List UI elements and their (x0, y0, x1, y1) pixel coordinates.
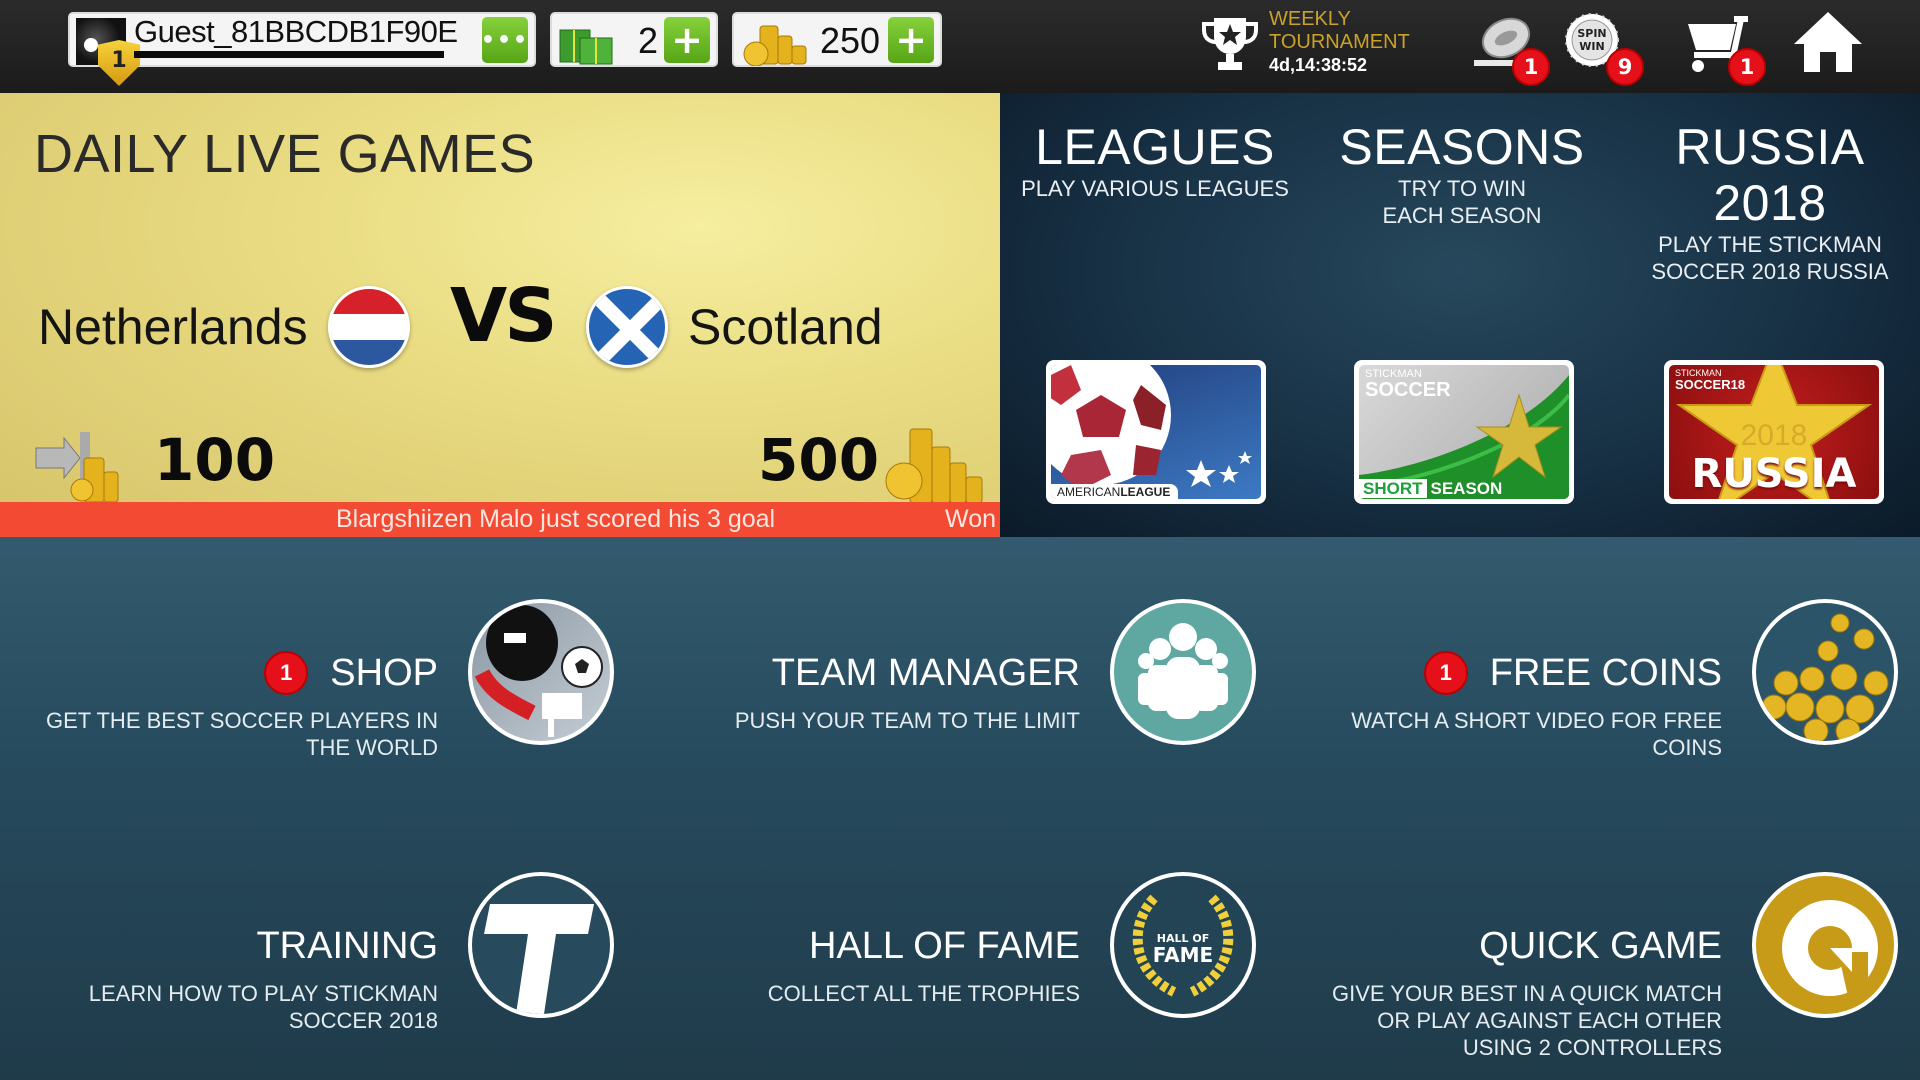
entry-fee-icon (35, 432, 119, 503)
ticker-message: Blargshiizen Malo just scored his 3 goal (336, 505, 776, 533)
card-label: SHORT SEASON (1359, 479, 1502, 499)
ticker-status: Won (945, 505, 996, 533)
level-value: 1 (111, 47, 127, 73)
menu-title: HALL OF FAME (809, 925, 1080, 967)
menu-item-free-coins[interactable]: 1 FREE COINS WATCH A SHORT VIDEO FOR FREE… (1284, 597, 1920, 797)
cash-panel: 2 + (550, 12, 718, 67)
win-label: WIN (1579, 40, 1604, 53)
coin-flip-button[interactable]: 1 (1468, 10, 1550, 86)
daily-live-games-panel[interactable]: DAILY LIVE GAMES Netherlands VS Scotland… (0, 93, 1000, 537)
russia-2018-card[interactable]: STICKMAN SOCCER18 2018 RUSSIA (1664, 360, 1884, 504)
coins-shower-icon (1752, 599, 1898, 745)
mode-subtitle: PLAY THE STICKMAN SOCCER 2018 RUSSIA (1651, 232, 1889, 284)
menu-item-training[interactable]: TRAINING LEARN HOW TO PLAY STICKMAN SOCC… (0, 870, 640, 1070)
soccer-ball-icon (1051, 365, 1252, 490)
menu-subtitle: PUSH YOUR TEAM TO THE LIMIT (734, 708, 1080, 733)
netherlands-flag-icon (328, 286, 410, 368)
card-brand: STICKMAN SOCCER18 (1675, 368, 1746, 392)
add-coins-button[interactable]: + (888, 17, 934, 63)
cart-badge: 1 (1728, 48, 1766, 86)
game-modes-panel: LEAGUES PLAY VARIOUS LEAGUES SEASONS TRY… (1000, 93, 1920, 537)
menu-title: TEAM MANAGER (771, 652, 1080, 694)
shop-badge: 1 (264, 651, 309, 695)
home-icon (1794, 12, 1862, 72)
profile-more-button[interactable]: ••• (481, 17, 528, 63)
card-year: 2018 (1740, 419, 1808, 452)
spin-win-badge: 9 (1606, 48, 1644, 86)
main-menu-screen: 1 Guest_81BBCDB1F90E ••• 2 + 250 + WEEKL… (0, 0, 1920, 1080)
menu-subtitle: GIVE YOUR BEST IN A QUICK MATCH OR PLAY … (1332, 981, 1722, 1060)
prize-coins-icon (885, 428, 983, 503)
menu-subtitle: GET THE BEST SOCCER PLAYERS IN THE WORLD (45, 708, 438, 760)
add-cash-button[interactable]: + (664, 17, 710, 63)
training-icon (468, 872, 614, 1018)
menu-title: SHOP (330, 652, 438, 694)
menu-item-shop[interactable]: 1 SHOP GET THE BEST SOCCER PLAYERS IN THE… (0, 597, 640, 797)
mode-title: LEAGUES (1035, 119, 1275, 175)
scotland-flag-icon (586, 286, 668, 368)
profile-panel[interactable]: 1 Guest_81BBCDB1F90E ••• (68, 12, 536, 86)
coin-stack-icon (743, 25, 807, 66)
live-ticker: Blargshiizen Malo just scored his 3 goal… (0, 502, 1000, 537)
tournament-timer: 4d,14:38:52 (1269, 55, 1368, 75)
weekly-label: WEEKLY (1269, 8, 1351, 30)
menu-item-team-manager[interactable]: TEAM MANAGER PUSH YOUR TEAM TO THE LIMIT (642, 597, 1282, 797)
team-icon (1110, 599, 1256, 745)
away-team-name: Scotland (688, 299, 883, 355)
vs-label: VS (450, 273, 558, 359)
card-label: RUSSIA (1691, 451, 1857, 497)
menu-item-quick-game[interactable]: QUICK GAME GIVE YOUR BEST IN A QUICK MAT… (1284, 870, 1920, 1070)
menu-title: QUICK GAME (1479, 925, 1722, 967)
username: Guest_81BBCDB1F90E (134, 14, 458, 49)
top-bar: 1 Guest_81BBCDB1F90E ••• 2 + 250 + WEEKL… (0, 0, 1920, 93)
card-brand: STICKMAN SOCCER (1365, 368, 1451, 401)
entry-fee-value: 100 (154, 426, 276, 494)
short-season-card[interactable]: STICKMAN SOCCER SHORT SEASON (1354, 360, 1574, 504)
spin-win-button[interactable]: SPIN WIN 9 (1562, 10, 1644, 86)
mode-russia-2018[interactable]: RUSSIA 2018 PLAY THE STICKMAN SOCCER 201… (1615, 119, 1920, 285)
menu-subtitle: LEARN HOW TO PLAY STICKMAN SOCCER 2018 (88, 981, 438, 1033)
coins-panel: 250 + (732, 12, 942, 67)
menu-title: FREE COINS (1489, 652, 1722, 694)
prize-value: 500 (758, 426, 880, 494)
mode-title: SEASONS (1339, 119, 1585, 175)
cash-stack-icon (559, 29, 613, 65)
mode-seasons[interactable]: SEASONS TRY TO WIN EACH SEASON (1307, 119, 1617, 229)
xp-progress-bar (134, 51, 444, 58)
hof-icon-line2: FAME (1153, 943, 1213, 967)
daily-title: DAILY LIVE GAMES (34, 124, 536, 184)
mode-leagues[interactable]: LEAGUES PLAY VARIOUS LEAGUES (1000, 119, 1310, 202)
tournament-label: TOURNAMENT (1269, 31, 1410, 53)
coin-flip-badge: 1 (1512, 48, 1550, 86)
home-button[interactable] (1792, 10, 1864, 78)
cash-value: 2 (638, 20, 659, 61)
home-team-name: Netherlands (38, 299, 308, 355)
main-menu-grid: 1 SHOP GET THE BEST SOCCER PLAYERS IN THE… (0, 537, 1920, 1080)
quick-game-icon (1752, 872, 1898, 1018)
trophy-icon[interactable] (1200, 14, 1260, 74)
american-league-card[interactable]: AMERICANLEAGUE (1046, 360, 1266, 504)
mode-subtitle: TRY TO WIN EACH SEASON (1382, 176, 1542, 228)
mode-subtitle: PLAY VARIOUS LEAGUES (1021, 176, 1289, 201)
shop-icon (468, 599, 614, 745)
mode-title: RUSSIA 2018 (1675, 119, 1865, 231)
cart-button[interactable]: 1 (1684, 10, 1766, 86)
menu-item-hall-of-fame[interactable]: HALL OF FAME COLLECT ALL THE TROPHIES HA… (642, 870, 1282, 1070)
weekly-tournament[interactable]: WEEKLY TOURNAMENT 4d,14:38:52 (1269, 8, 1410, 77)
spin-label: SPIN (1577, 27, 1606, 40)
laurel-wreath-icon: HALL OF FAME (1110, 872, 1256, 1018)
menu-subtitle: COLLECT ALL THE TROPHIES (767, 981, 1080, 1006)
menu-title: TRAINING (256, 925, 438, 967)
free-coins-badge: 1 (1423, 651, 1468, 695)
card-label: AMERICANLEAGUE (1051, 484, 1179, 499)
coins-value: 250 (820, 20, 881, 61)
menu-subtitle: WATCH A SHORT VIDEO FOR FREE COINS (1351, 708, 1722, 760)
